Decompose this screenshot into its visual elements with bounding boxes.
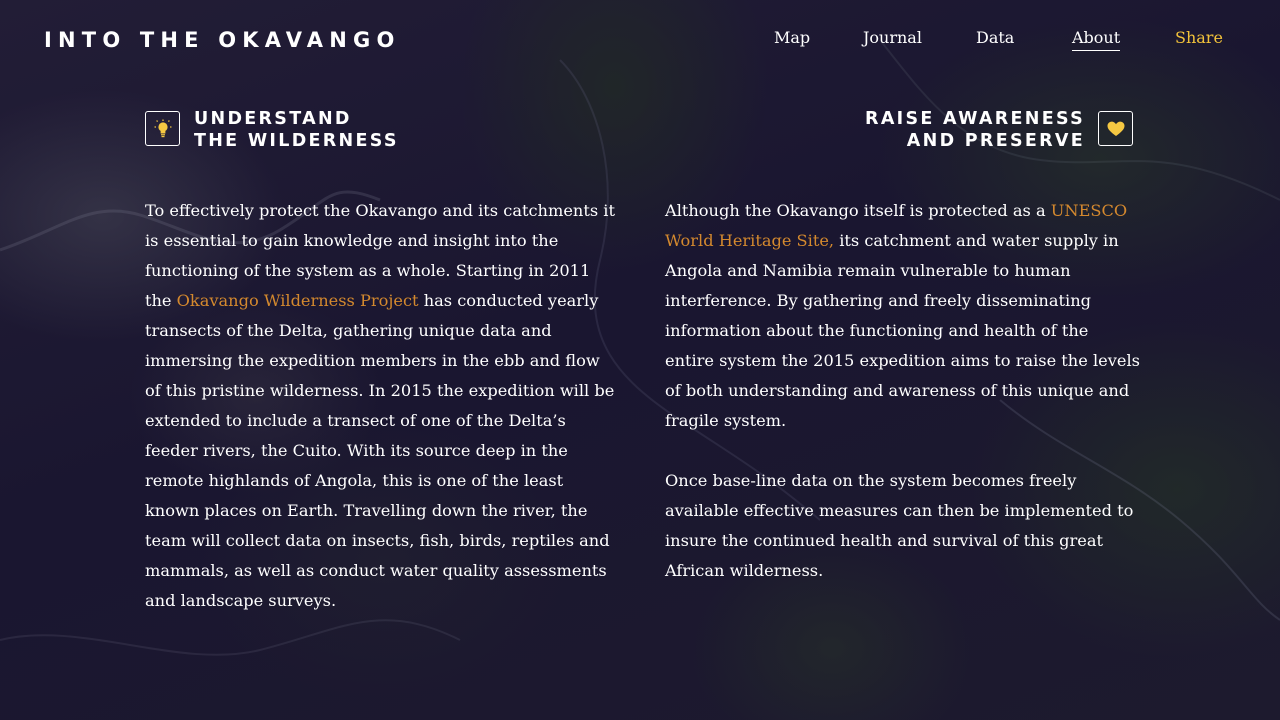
lightbulb-icon (154, 119, 171, 137)
site-logo[interactable]: INTO THE OKAVANGO (44, 27, 401, 53)
nav-journal[interactable]: Journal (863, 27, 922, 49)
paragraph-text: its catchment and water supply in Angola… (665, 231, 1140, 430)
heading-line: AND PRESERVE (906, 131, 1085, 151)
understand-text-column: To effectively protect the Okavango and … (145, 196, 615, 616)
awareness-paragraph-2: Once base-line data on the system become… (665, 471, 1134, 580)
paragraph-text: has conducted yearly transects of the De… (145, 291, 615, 610)
okavango-wilderness-project-link[interactable]: Okavango Wilderness Project (177, 291, 419, 310)
heading-line: THE WILDERNESS (194, 131, 399, 151)
heading-line: RAISE AWARENESS (865, 109, 1085, 129)
heading-line: UNDERSTAND (194, 109, 352, 129)
nav-data[interactable]: Data (976, 27, 1014, 49)
nav-share[interactable]: Share (1175, 27, 1223, 49)
nav-about[interactable]: About (1072, 27, 1121, 51)
paragraph-text: Although the Okavango itself is protecte… (665, 201, 1051, 220)
lightbulb-icon-box (145, 111, 180, 146)
awareness-paragraph: Although the Okavango itself is protecte… (665, 196, 1140, 436)
section-heading-awareness: RAISE AWARENESS AND PRESERVE (865, 108, 1085, 152)
section-heading-understand: UNDERSTAND THE WILDERNESS (194, 108, 399, 152)
heart-icon (1107, 121, 1124, 136)
nav-map[interactable]: Map (774, 27, 810, 49)
heart-icon-box (1098, 111, 1133, 146)
understand-paragraph: To effectively protect the Okavango and … (145, 196, 615, 616)
awareness-text-column: Although the Okavango itself is protecte… (665, 196, 1140, 586)
